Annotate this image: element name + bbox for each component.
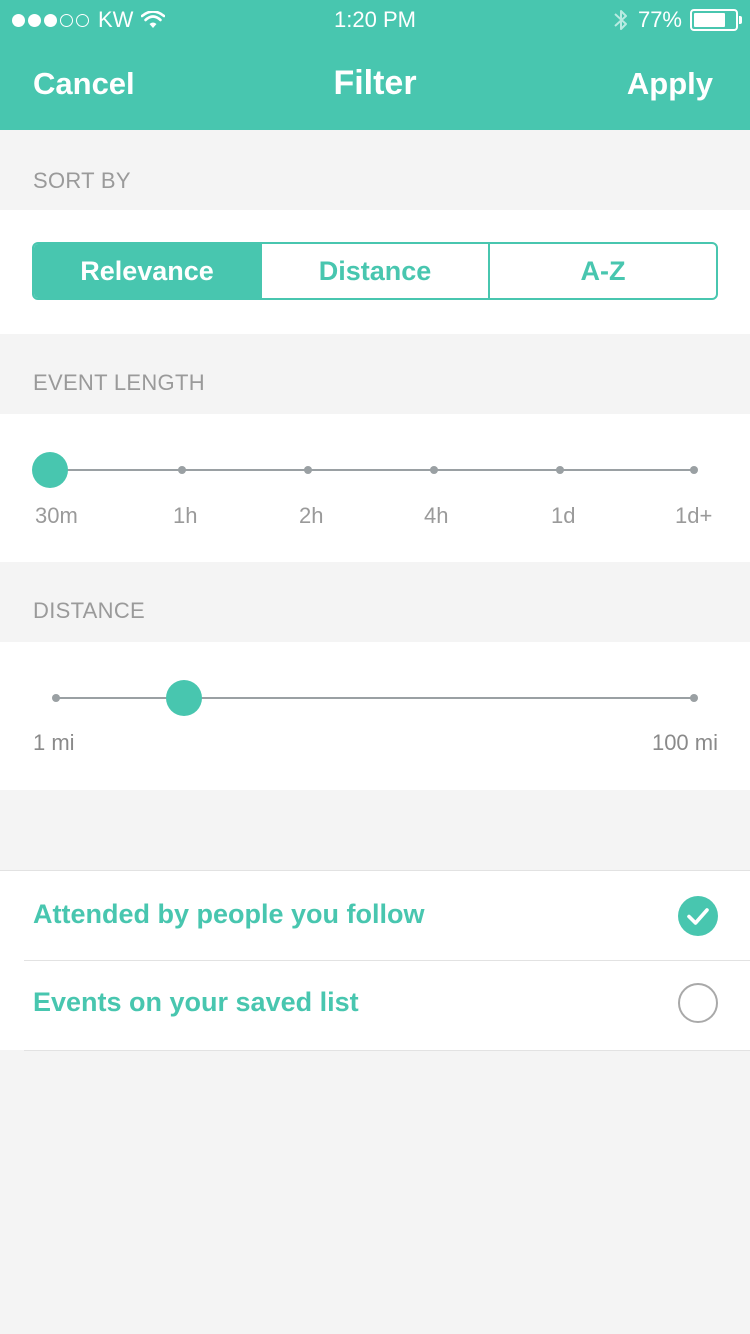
- event-length-panel: 30m 1h 2h 4h 1d 1d+: [0, 414, 750, 562]
- sort-option-relevance[interactable]: Relevance: [34, 244, 260, 298]
- event-length-tick-dot: [178, 466, 186, 474]
- tick-label-2h: 2h: [299, 503, 324, 528]
- tick-label-1d: 1d: [551, 503, 576, 528]
- apply-button[interactable]: Apply: [627, 66, 713, 102]
- tick-label-4h: 4h: [424, 503, 449, 528]
- event-length-label: EVENT LENGTH: [33, 370, 205, 395]
- distance-max-label: 100 mi: [651, 730, 718, 755]
- event-length-track[interactable]: [50, 469, 694, 471]
- event-length-tick-dot: [430, 466, 438, 474]
- distance-thumb[interactable]: [166, 680, 202, 716]
- distance-label: DISTANCE: [33, 598, 146, 623]
- status-right: 77%: [614, 7, 742, 33]
- checkmark-icon[interactable]: [678, 896, 718, 936]
- distance-min-label: 1 mi: [33, 730, 75, 755]
- event-length-thumb[interactable]: [32, 452, 68, 488]
- toggle-row-followed[interactable]: Attended by people you follow: [0, 871, 750, 961]
- toggle-row-saved[interactable]: Events on your saved list: [0, 961, 750, 1050]
- distance-min-dot: [52, 694, 60, 702]
- bluetooth-icon: [614, 10, 627, 30]
- event-length-tick-dot: [304, 466, 312, 474]
- distance-panel: 1 mi 100 mi: [0, 642, 750, 790]
- sort-segmented-control: Relevance Distance A-Z: [32, 242, 718, 300]
- sort-option-distance[interactable]: Distance: [260, 244, 488, 298]
- battery-icon: [690, 9, 742, 31]
- toggle-label-saved: Events on your saved list: [33, 987, 359, 1017]
- empty-circle-icon[interactable]: [678, 983, 718, 1023]
- battery-tip: [739, 16, 742, 24]
- event-length-tick-dot: [556, 466, 564, 474]
- distance-track[interactable]: [56, 697, 694, 699]
- event-length-tick-dot: [690, 466, 698, 474]
- divider: [24, 1050, 750, 1051]
- tick-label-1d-plus: 1d+: [675, 503, 713, 528]
- status-bar: KW 1:20 PM 77%: [0, 0, 750, 40]
- sort-by-label: SORT BY: [33, 168, 131, 193]
- distance-max-dot: [690, 694, 698, 702]
- tick-label-30m: 30m: [35, 503, 78, 528]
- tick-label-1h: 1h: [173, 503, 198, 528]
- app-header: KW 1:20 PM 77% Cancel Filter Apply: [0, 0, 750, 130]
- sort-by-panel: Relevance Distance A-Z: [0, 210, 750, 334]
- battery-percent: 77%: [637, 7, 682, 32]
- sort-option-a-z[interactable]: A-Z: [488, 244, 716, 298]
- toggle-label-followed: Attended by people you follow: [33, 899, 425, 929]
- battery-fill: [694, 13, 725, 27]
